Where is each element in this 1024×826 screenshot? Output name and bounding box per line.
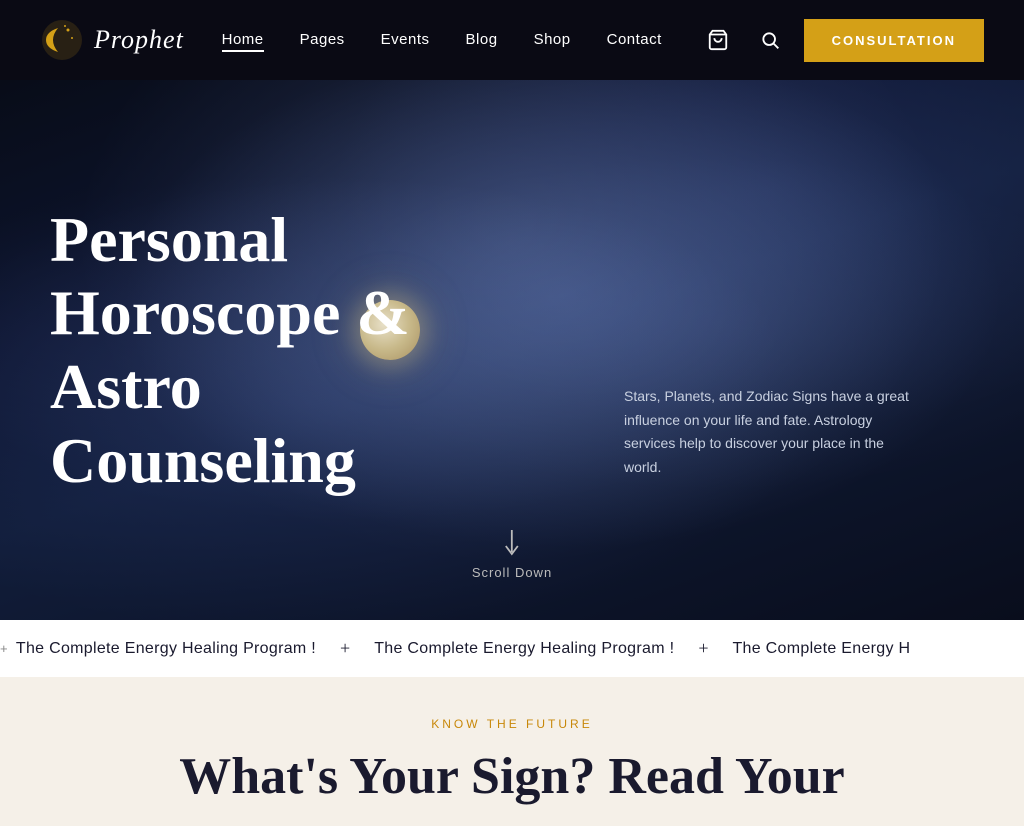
ticker-item-1: The Complete Energy Healing Program !: [374, 640, 674, 658]
ticker-item-0: + The Complete Energy Healing Program !: [0, 640, 316, 658]
nav-item-blog[interactable]: Blog: [466, 31, 498, 49]
ticker-separator-2: +: [698, 638, 708, 659]
nav-item-home[interactable]: Home: [222, 31, 264, 49]
nav-item-pages[interactable]: Pages: [300, 31, 345, 49]
nav-item-events[interactable]: Events: [381, 31, 430, 49]
cart-icon: [707, 29, 729, 51]
logo-text: Prophet: [94, 25, 184, 55]
consultation-button[interactable]: CONSULTATION: [804, 19, 984, 62]
nav-link-events[interactable]: Events: [381, 31, 430, 48]
nav-link-blog[interactable]: Blog: [466, 31, 498, 48]
ticker-item-2: The Complete Energy H: [732, 640, 910, 658]
nav-right: CONSULTATION: [700, 19, 984, 62]
ticker-separator-1: +: [340, 638, 350, 659]
nav-links: Home Pages Events Blog Shop Contact: [222, 31, 662, 49]
nav-item-contact[interactable]: Contact: [607, 31, 662, 49]
search-icon: [760, 30, 780, 50]
section-title: What's Your Sign? Read Your: [0, 747, 1024, 806]
nav-item-shop[interactable]: Shop: [534, 31, 571, 49]
search-button[interactable]: [752, 22, 788, 58]
section-label: KNOW THE FUTURE: [0, 717, 1024, 731]
nav-link-pages[interactable]: Pages: [300, 31, 345, 48]
cart-button[interactable]: [700, 22, 736, 58]
logo-icon: [40, 18, 84, 62]
below-section: KNOW THE FUTURE What's Your Sign? Read Y…: [0, 677, 1024, 826]
navbar: Prophet Home Pages Events Blog Shop Cont…: [0, 0, 1024, 80]
nav-link-home[interactable]: Home: [222, 31, 264, 52]
nav-link-shop[interactable]: Shop: [534, 31, 571, 48]
hero-title: Personal Horoscope & Astro Counseling: [50, 203, 470, 497]
ticker-inner: + The Complete Energy Healing Program ! …: [0, 638, 910, 659]
nav-link-contact[interactable]: Contact: [607, 31, 662, 48]
hero-section: Personal Horoscope & Astro Counseling St…: [0, 80, 1024, 620]
hero-content: Personal Horoscope & Astro Counseling: [0, 80, 1024, 620]
ticker-bar: + The Complete Energy Healing Program ! …: [0, 620, 1024, 677]
logo[interactable]: Prophet: [40, 18, 184, 62]
